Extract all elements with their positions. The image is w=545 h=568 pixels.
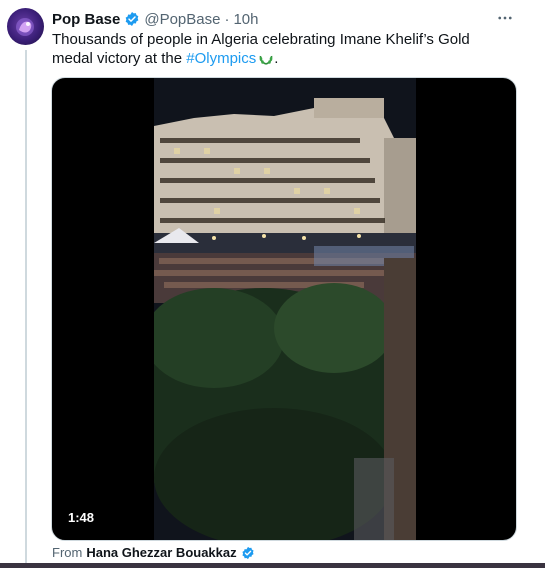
timestamp[interactable]: 10h <box>233 11 258 28</box>
video-scene-image <box>154 78 416 540</box>
video-attribution: From Hana Ghezzar Bouakkaz <box>52 545 255 560</box>
author-name[interactable]: Pop Base <box>52 11 120 28</box>
tweet-text-end: . <box>274 50 279 67</box>
tweet-text: Thousands of people in Algeria celebrati… <box>52 30 492 71</box>
hashtag-link[interactable]: #Olympics <box>186 50 256 67</box>
avatar[interactable] <box>7 8 44 45</box>
tweet-header: Pop Base @PopBase · 10h <box>52 10 259 28</box>
avatar-image <box>16 18 34 36</box>
video-frame <box>154 78 416 540</box>
attribution-prefix: From <box>52 545 83 560</box>
thread-line <box>25 50 27 564</box>
verified-badge-icon <box>241 546 255 560</box>
more-dots-icon[interactable] <box>495 9 515 27</box>
separator-dot: · <box>224 10 230 28</box>
olympic-laurel-emoji-icon <box>258 50 274 71</box>
verified-badge-icon <box>124 11 140 27</box>
bottom-divider <box>0 563 545 568</box>
video-player[interactable]: 1:48 <box>51 77 517 541</box>
author-handle[interactable]: @PopBase <box>144 11 220 28</box>
tweet-card[interactable]: Pop Base @PopBase · 10h Thousands of peo… <box>0 0 545 568</box>
video-duration: 1:48 <box>68 510 95 525</box>
attribution-source-name[interactable]: Hana Ghezzar Bouakkaz <box>86 545 236 560</box>
